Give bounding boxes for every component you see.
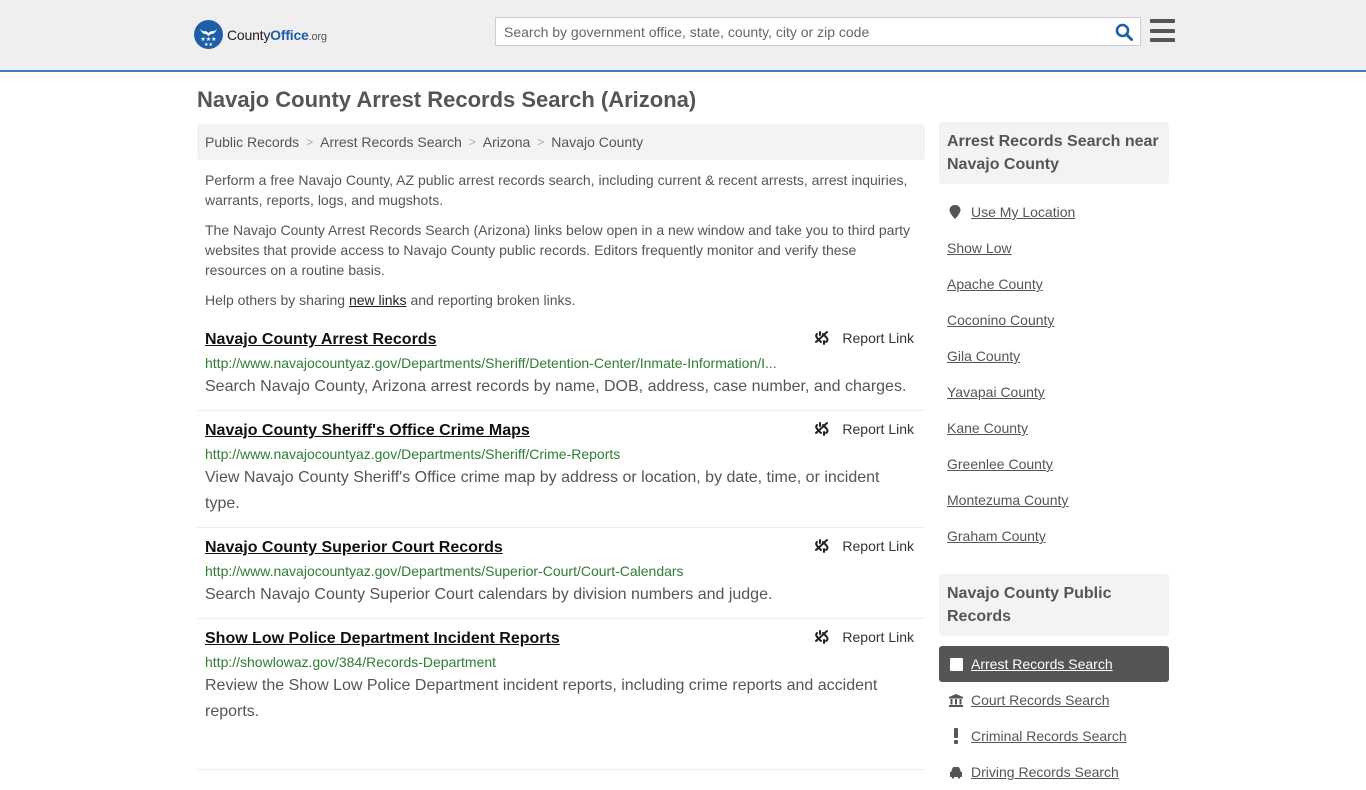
breadcrumb-navajo-county[interactable]: Navajo County: [551, 134, 643, 150]
report-link-button[interactable]: Report Link: [814, 538, 914, 554]
breadcrumb-arizona[interactable]: Arizona: [483, 134, 530, 150]
nearby-link[interactable]: Show Low: [947, 230, 1161, 266]
nearby-list: Use My Location Show Low Apache County C…: [939, 184, 1169, 554]
report-link-button[interactable]: Report Link: [814, 330, 914, 346]
search-button[interactable]: [1108, 18, 1140, 45]
broken-link-icon: [815, 630, 829, 644]
result-url: http://showlowaz.gov/384/Records-Departm…: [205, 654, 497, 670]
result-description: Search Navajo County Superior Court cale…: [205, 586, 773, 603]
search-input[interactable]: [496, 18, 1108, 45]
sidebar: Arrest Records Search near Navajo County…: [939, 122, 1169, 790]
breadcrumb-separator: >: [537, 135, 545, 149]
report-link-button[interactable]: Report Link: [814, 421, 914, 437]
page-title: Navajo County Arrest Records Search (Ari…: [197, 87, 697, 112]
result-description: View Navajo County Sheriff's Office crim…: [205, 469, 880, 512]
results-list: Navajo County Arrest Records Report Link…: [197, 320, 925, 770]
result-title-link[interactable]: Navajo County Arrest Records: [205, 328, 436, 352]
breadcrumb-separator: >: [306, 135, 314, 149]
result-title-link[interactable]: Navajo County Superior Court Records: [205, 536, 503, 560]
nearby-link[interactable]: Coconino County: [947, 302, 1161, 338]
nearby-link[interactable]: Greenlee County: [947, 446, 1161, 482]
nearby-heading: Arrest Records Search near Navajo County: [939, 122, 1169, 184]
result-item: Navajo County Sheriff's Office Crime Map…: [197, 411, 925, 528]
result-title-link[interactable]: Navajo County Sheriff's Office Crime Map…: [205, 419, 530, 443]
nearby-link[interactable]: Kane County: [947, 410, 1161, 446]
result-item: Navajo County Arrest Records Report Link…: [197, 320, 925, 411]
hamburger-menu-icon[interactable]: [1150, 19, 1175, 42]
nav-arrest-records[interactable]: Arrest Records Search: [939, 646, 1169, 682]
eagle-stars-icon: ★★★ ★★: [194, 20, 223, 49]
nearby-link[interactable]: Yavapai County: [947, 374, 1161, 410]
result-description: Review the Show Low Police Department in…: [205, 677, 878, 720]
nearby-link[interactable]: Gila County: [947, 338, 1161, 374]
result-url: http://www.navajocountyaz.gov/Department…: [205, 355, 777, 371]
breadcrumb-arrest-records[interactable]: Arrest Records Search: [320, 134, 462, 150]
nav-court-records[interactable]: Court Records Search: [939, 682, 1169, 718]
breadcrumb: Public Records > Arrest Records Search >…: [197, 124, 925, 160]
nav-criminal-records[interactable]: Criminal Records Search: [939, 718, 1169, 754]
search-icon: [1115, 23, 1133, 41]
result-url: http://www.navajocountyaz.gov/Department…: [205, 446, 621, 462]
broken-link-icon: [815, 331, 829, 345]
breadcrumb-separator: >: [468, 135, 476, 149]
result-title-link[interactable]: Show Low Police Department Incident Repo…: [205, 627, 560, 651]
site-logo[interactable]: ★★★ ★★ CountyOffice.org: [194, 20, 327, 49]
use-my-location-link[interactable]: Use My Location: [947, 194, 1161, 230]
nearby-link[interactable]: Graham County: [947, 518, 1161, 554]
broken-link-icon: [815, 539, 829, 553]
result-item: Show Low Police Department Incident Repo…: [197, 619, 925, 770]
site-header: ★★★ ★★ CountyOffice.org: [0, 0, 1366, 72]
public-records-nav: Arrest Records Search Court Records Sear…: [939, 646, 1169, 790]
exclamation-icon: [949, 728, 963, 744]
broken-link-icon: [815, 422, 829, 436]
new-links-link[interactable]: new links: [349, 292, 407, 308]
intro-paragraph-1: Perform a free Navajo County, AZ public …: [205, 172, 908, 208]
result-item: Navajo County Superior Court Records Rep…: [197, 528, 925, 619]
nav-driving-records[interactable]: Driving Records Search: [939, 754, 1169, 790]
intro-paragraph-2: The Navajo County Arrest Records Search …: [205, 222, 911, 278]
car-icon: [949, 766, 963, 779]
nearby-link[interactable]: Apache County: [947, 266, 1161, 302]
courthouse-icon: [949, 693, 963, 707]
intro-paragraph-3: Help others by sharing new links and rep…: [205, 292, 576, 308]
map-pin-icon: [947, 205, 963, 219]
nearby-link[interactable]: Montezuma County: [947, 482, 1161, 518]
square-icon: [949, 657, 963, 671]
result-url: http://www.navajocountyaz.gov/Department…: [205, 563, 684, 579]
logo-text: CountyOffice.org: [227, 26, 327, 43]
public-records-heading: Navajo County Public Records: [939, 574, 1169, 636]
intro-text: Perform a free Navajo County, AZ public …: [205, 170, 920, 320]
breadcrumb-public-records[interactable]: Public Records: [205, 134, 299, 150]
result-description: Search Navajo County, Arizona arrest rec…: [205, 378, 907, 395]
report-link-button[interactable]: Report Link: [814, 629, 914, 645]
search-bar: [495, 17, 1141, 46]
svg-text:★★: ★★: [204, 42, 213, 48]
